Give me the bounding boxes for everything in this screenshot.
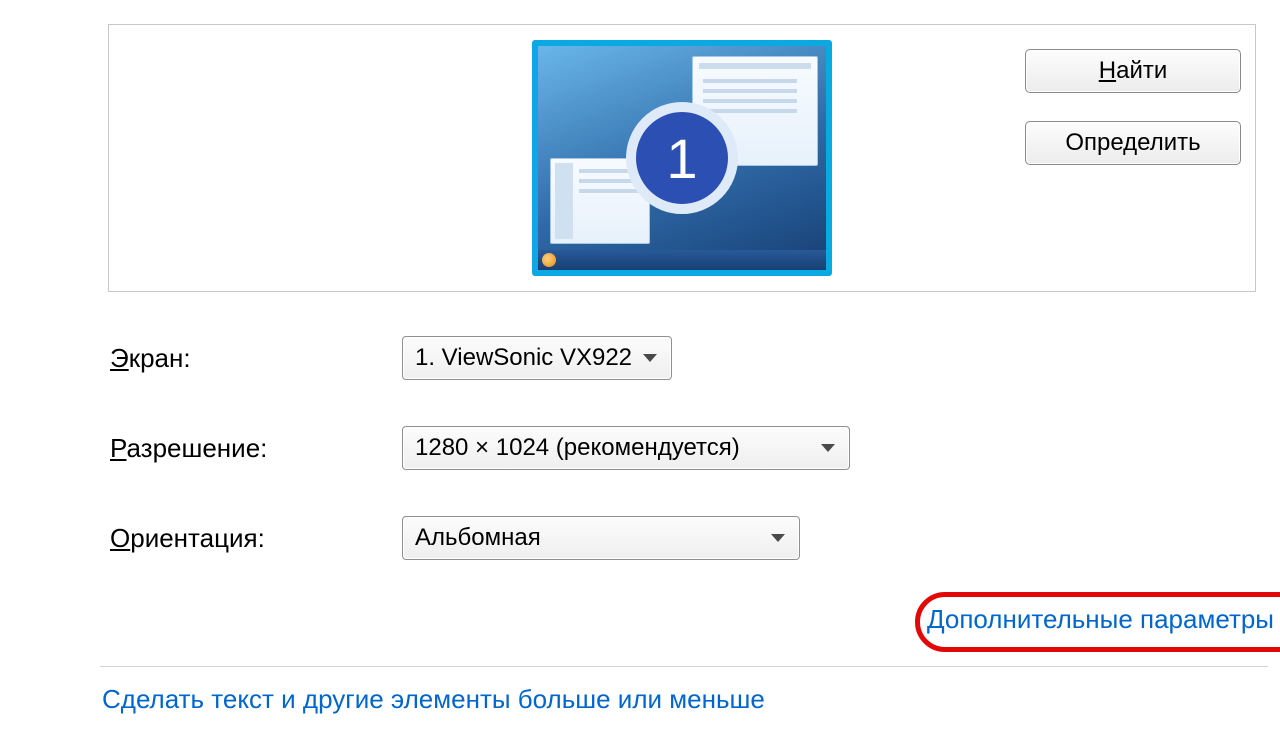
orientation-dropdown-value: Альбомная	[415, 524, 541, 552]
identify-button[interactable]: Определить	[1025, 121, 1241, 165]
orientation-label: Ориентация:	[110, 523, 402, 554]
screen-dropdown[interactable]: 1. ViewSonic VX922	[402, 336, 672, 380]
screen-label: Экран:	[110, 343, 402, 374]
resolution-dropdown[interactable]: 1280 × 1024 (рекомендуется)	[402, 426, 850, 470]
resolution-dropdown-value: 1280 × 1024 (рекомендуется)	[415, 434, 740, 462]
resolution-label: Разрешение:	[110, 433, 402, 464]
find-button[interactable]: Найти	[1025, 49, 1241, 93]
display-preview-panel: 1 Найти Определить	[108, 24, 1256, 292]
taskbar-icon	[538, 250, 826, 270]
text-size-link[interactable]: Сделать текст и другие элементы больше и…	[102, 684, 765, 714]
screen-dropdown-value: 1. ViewSonic VX922	[415, 344, 632, 372]
chevron-down-icon	[771, 534, 785, 542]
advanced-settings-link[interactable]: Дополнительные параметры	[927, 604, 1274, 634]
chevron-down-icon	[643, 354, 657, 362]
monitor-thumbnail[interactable]: 1	[532, 40, 832, 276]
orientation-dropdown[interactable]: Альбомная	[402, 516, 800, 560]
divider	[100, 666, 1268, 667]
chevron-down-icon	[821, 444, 835, 452]
monitor-number: 1	[666, 126, 697, 191]
monitor-number-badge: 1	[626, 102, 738, 214]
